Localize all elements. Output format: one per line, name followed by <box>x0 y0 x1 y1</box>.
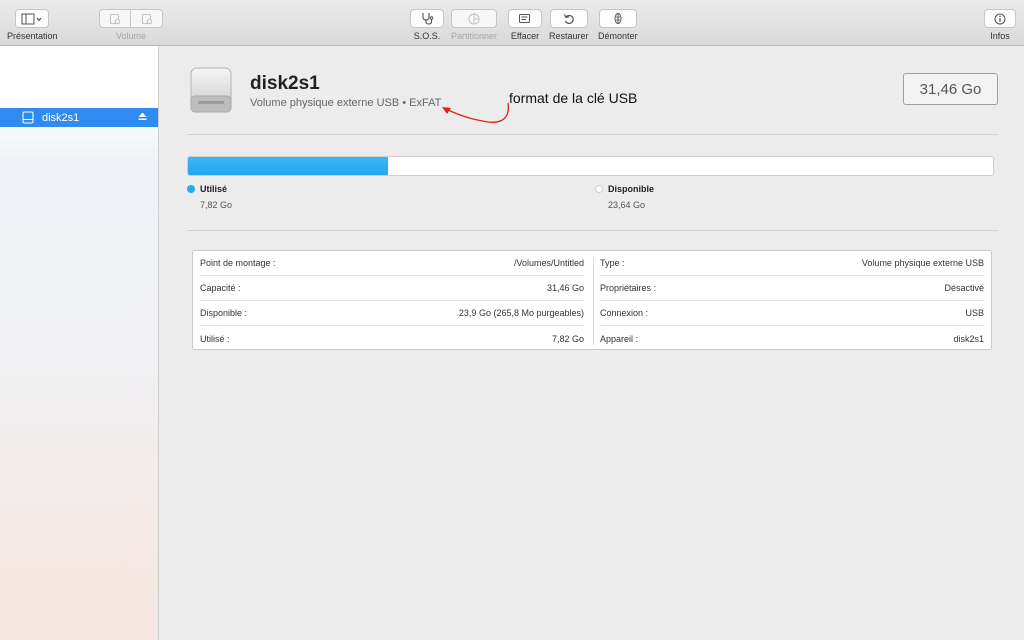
sos-label: S.O.S. <box>413 31 441 41</box>
annotation-arrow-icon <box>442 102 510 123</box>
unmount-group: Démonter <box>598 9 638 41</box>
info-key: Connexion : <box>600 308 649 318</box>
info-key: Appareil : <box>600 333 639 344</box>
info-key: Point de montage : <box>200 258 276 268</box>
remove-volume-button[interactable] <box>131 9 163 28</box>
info-row: Capacité : 31,46 Go <box>200 276 584 301</box>
presentation-group: Présentation <box>7 9 58 41</box>
volume-label: Volume <box>115 31 147 41</box>
volume-segmented <box>99 9 163 28</box>
used-dot <box>187 185 195 193</box>
info-value: 7,82 Go <box>551 333 584 344</box>
info-column-left: Point de montage : /Volumes/Untitled Cap… <box>193 251 593 351</box>
partition-label: Partitionner <box>451 31 498 41</box>
sidebar-item-label: disk2s1 <box>42 111 80 124</box>
info-row: Appareil : disk2s1 <box>600 326 984 351</box>
stethoscope-icon <box>422 13 434 25</box>
erase-group: Effacer <box>508 9 542 41</box>
usage-bar <box>187 156 994 176</box>
used-label: Utilisé <box>200 184 228 194</box>
sidebar: disk2s1 <box>0 46 159 640</box>
info-row: Propriétaires : Désactivé <box>600 276 984 301</box>
info-key: Propriétaires : <box>600 283 657 293</box>
partition-pie-icon <box>468 13 480 24</box>
info-key: Type : <box>600 258 625 268</box>
toolbar: Présentation Volume S.O.S. Partitionner … <box>0 0 1024 46</box>
info-group: Infos <box>984 9 1016 41</box>
sos-group: S.O.S. <box>410 9 444 41</box>
erase-label: Effacer <box>510 31 540 41</box>
sidebar-item-disk2s1[interactable]: disk2s1 <box>0 108 158 127</box>
used-value: 7,82 Go <box>200 200 233 210</box>
info-row: Disponible : 23,9 Go (265,8 Mo purgeable… <box>200 301 584 326</box>
partition-group: Partitionner <box>451 9 497 41</box>
restore-label: Restaurer <box>549 31 589 41</box>
unmount-label: Démonter <box>598 31 638 41</box>
restore-button[interactable] <box>549 9 588 28</box>
usage-bar-used <box>188 157 389 175</box>
info-row: Connexion : USB <box>600 301 984 326</box>
volume-size-badge: 31,46 Go <box>903 73 998 105</box>
info-value: /Volumes/Untitled <box>513 258 584 268</box>
info-icon <box>994 13 1006 24</box>
free-value: 23,64 Go <box>608 200 646 210</box>
unmount-icon <box>614 13 622 24</box>
info-value: disk2s1 <box>953 333 984 344</box>
info-key: Disponible : <box>200 308 248 318</box>
info-key: Utilisé : <box>200 333 230 344</box>
sidebar-toggle-icon <box>21 13 42 24</box>
unmount-button[interactable] <box>598 9 637 28</box>
info-row: Utilisé : 7,82 Go <box>200 326 584 351</box>
info-label: Infos <box>990 31 1010 41</box>
info-value: Volume physique externe USB <box>861 258 984 268</box>
free-label: Disponible <box>608 184 655 194</box>
volume-description: Volume physique externe USB • ExFAT <box>250 97 442 109</box>
info-value: 23,9 Go (265,8 Mo purgeables) <box>458 308 584 318</box>
info-row: Point de montage : /Volumes/Untitled <box>200 251 584 276</box>
external-drive-icon <box>190 67 232 113</box>
free-dot <box>595 185 603 193</box>
main-panel: disk2s1 Volume physique externe USB • Ex… <box>160 46 1024 640</box>
add-volume-button[interactable] <box>99 9 131 28</box>
partition-button[interactable] <box>451 9 498 28</box>
divider <box>187 230 998 231</box>
info-row: Type : Volume physique externe USB <box>600 251 984 276</box>
info-column-right: Type : Volume physique externe USB Propr… <box>593 251 991 351</box>
annotation-text: format de la clé USB <box>509 90 638 106</box>
remove-volume-icon <box>141 13 152 24</box>
info-value: 31,46 Go <box>546 283 584 293</box>
eject-icon[interactable] <box>138 112 147 121</box>
erase-icon <box>519 13 530 23</box>
presentation-button[interactable] <box>15 9 50 28</box>
info-button[interactable] <box>984 9 1016 28</box>
restore-group: Restaurer <box>549 9 589 41</box>
info-value: Désactivé <box>944 283 984 293</box>
restore-arrow-icon <box>563 13 574 24</box>
volume-group: Volume <box>99 9 163 41</box>
presentation-label: Présentation <box>7 31 58 41</box>
erase-button[interactable] <box>508 9 542 28</box>
volume-title: disk2s1 <box>250 73 320 94</box>
info-key: Capacité : <box>200 283 241 293</box>
sos-button[interactable] <box>410 9 444 28</box>
info-table: Point de montage : /Volumes/Untitled Cap… <box>192 250 992 350</box>
divider <box>187 134 998 135</box>
info-value: USB <box>965 308 984 318</box>
add-volume-icon <box>110 13 121 24</box>
disk-icon <box>22 111 34 124</box>
